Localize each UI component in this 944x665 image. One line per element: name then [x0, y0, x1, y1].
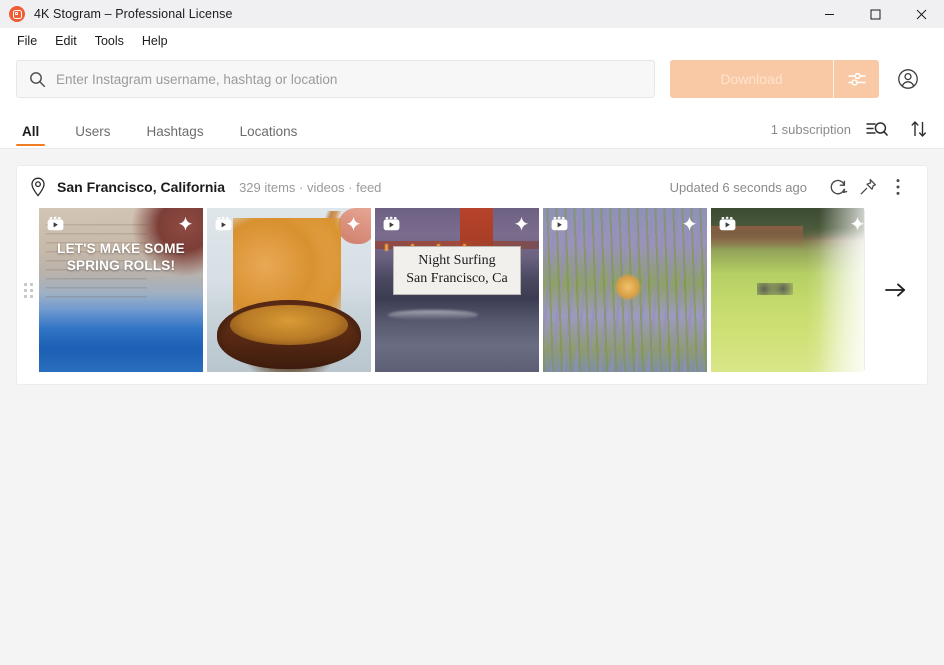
search-bar: Download [0, 53, 944, 105]
updated-label: Updated 6 seconds ago [669, 179, 807, 195]
sliders-icon [847, 72, 866, 86]
subscription-card-actions: Updated 6 seconds ago [670, 172, 913, 202]
caption-line-2: San Francisco, Ca [406, 271, 508, 286]
thumbnail-item[interactable] [207, 208, 371, 372]
download-group: Download [670, 60, 879, 98]
menu-item-edit[interactable]: Edit [46, 31, 86, 51]
video-reel-icon [383, 216, 400, 231]
more-vertical-icon [896, 179, 900, 195]
menu-item-help[interactable]: Help [133, 31, 177, 51]
pushpin-icon [860, 178, 877, 195]
subscription-count: 1 subscription [770, 121, 851, 137]
subscription-title: San Francisco, California [57, 179, 226, 195]
thumbnail-item[interactable] [543, 208, 707, 372]
menu-item-tools[interactable]: Tools [86, 31, 133, 51]
drag-handle-icon [23, 282, 33, 298]
arrow-right-icon [885, 283, 906, 297]
thumbnail-strip: LET'S MAKE SOME SPRING ROLLS! Night Surf… [17, 208, 927, 384]
thumbnail-item[interactable] [711, 208, 864, 372]
refresh-icon [830, 179, 848, 195]
subscription-card-header: San Francisco, California 329 items · vi… [17, 166, 927, 208]
app-icon [9, 6, 25, 22]
title-bar: 4K Stogram – Professional License [0, 0, 944, 28]
tabs-actions: 1 subscription [771, 120, 928, 148]
sort-button[interactable] [910, 120, 928, 138]
refresh-button[interactable] [823, 172, 853, 202]
thumbnail-list: LET'S MAKE SOME SPRING ROLLS! Night Surf… [39, 208, 864, 372]
tab-locations[interactable]: Locations [234, 124, 304, 148]
close-button[interactable] [898, 0, 944, 28]
search-icon [29, 71, 46, 88]
subscription-meta: 329 items · videos · feed [239, 179, 382, 195]
thumbnail-item[interactable]: Night Surfing San Francisco, Ca [375, 208, 539, 372]
thumbnail-item[interactable]: LET'S MAKE SOME SPRING ROLLS! [39, 208, 203, 372]
pin-button[interactable] [853, 172, 883, 202]
caption-line-1: Night Surfing [418, 253, 496, 268]
search-input[interactable] [56, 71, 642, 87]
window-title: 4K Stogram – Professional License [34, 7, 233, 21]
content-area: San Francisco, California 329 items · vi… [0, 149, 944, 385]
thumbnail-caption-box: Night Surfing San Francisco, Ca [393, 246, 521, 295]
tab-all[interactable]: All [16, 124, 46, 148]
thumbnail-overlay-text: LET'S MAKE SOME SPRING ROLLS! [57, 241, 185, 273]
tab-hashtags[interactable]: Hashtags [141, 124, 210, 148]
sort-arrows-icon [911, 121, 926, 137]
location-pin-icon [29, 177, 47, 197]
filter-search-icon [866, 122, 888, 136]
drag-handle[interactable] [17, 208, 39, 372]
sparkle-icon[interactable] [681, 216, 698, 236]
sparkle-icon[interactable] [513, 216, 530, 236]
video-reel-icon [551, 216, 568, 231]
search-field-wrapper[interactable] [16, 60, 655, 98]
more-options-button[interactable] [883, 172, 913, 202]
video-reel-icon [215, 216, 232, 231]
video-reel-icon [719, 216, 736, 231]
maximize-button[interactable] [852, 0, 898, 28]
menu-bar: File Edit Tools Help [0, 28, 944, 53]
thumbnail-image [711, 208, 864, 372]
close-icon [916, 9, 926, 19]
sparkle-icon[interactable] [849, 216, 864, 236]
video-reel-icon [47, 216, 64, 231]
tabs-bar: All Users Hashtags Locations 1 subscript… [0, 105, 944, 149]
next-page-button[interactable] [865, 208, 927, 372]
account-button[interactable] [888, 60, 928, 98]
tab-users[interactable]: Users [69, 124, 116, 148]
window-controls [806, 0, 944, 28]
minimize-icon [824, 13, 834, 15]
subscription-card[interactable]: San Francisco, California 329 items · vi… [16, 165, 928, 385]
instagram-camera-icon [12, 9, 22, 19]
download-options-button[interactable] [833, 60, 879, 98]
filter-search-button[interactable] [866, 120, 888, 138]
tab-list: All Users Hashtags Locations [16, 105, 327, 148]
download-button[interactable]: Download [670, 60, 833, 98]
maximize-icon [870, 9, 880, 19]
menu-item-file[interactable]: File [8, 31, 46, 51]
sparkle-icon[interactable] [345, 216, 362, 236]
sparkle-icon[interactable] [177, 216, 194, 236]
minimize-button[interactable] [806, 0, 852, 28]
account-circle-icon [898, 69, 918, 89]
